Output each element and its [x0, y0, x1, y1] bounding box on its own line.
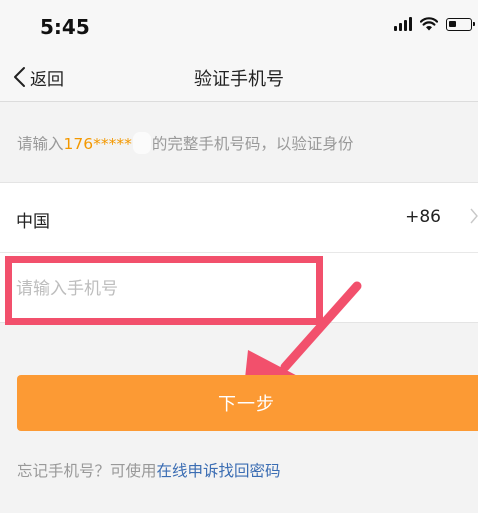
country-label: 中国 — [16, 212, 50, 232]
next-step-button[interactable]: 下一步 — [17, 375, 478, 431]
blurred-digits — [132, 132, 151, 154]
hint-prefix: 请输入 — [17, 135, 64, 153]
online-appeal-link[interactable]: 在线申诉找回密码 — [157, 462, 281, 480]
nav-bar: 返回 验证手机号 — [0, 52, 478, 102]
battery-icon — [446, 17, 475, 31]
status-icons — [394, 17, 475, 31]
country-code: +86 — [405, 207, 441, 227]
hint-phone-partial: 176***** — [63, 135, 132, 153]
status-bar: 5:45 — [0, 0, 478, 52]
verification-hint: 请输入176***** 的完整手机号码，以验证身份 — [17, 132, 353, 154]
chevron-right-icon — [470, 208, 478, 224]
page-title: 验证手机号 — [194, 69, 284, 90]
phone-form: 中国 +86 — [0, 182, 478, 323]
status-time: 5:45 — [40, 15, 90, 39]
forgot-phone-text: 忘记手机号？可使用在线申诉找回密码 — [17, 459, 281, 481]
phone-input[interactable] — [16, 269, 306, 309]
hint-suffix: 的完整手机号码，以验证身份 — [151, 135, 354, 153]
country-selector[interactable]: 中国 +86 — [0, 183, 478, 253]
forgot-text: 忘记手机号？可使用 — [17, 462, 157, 480]
wifi-icon — [420, 17, 438, 31]
signal-icon — [394, 17, 412, 31]
